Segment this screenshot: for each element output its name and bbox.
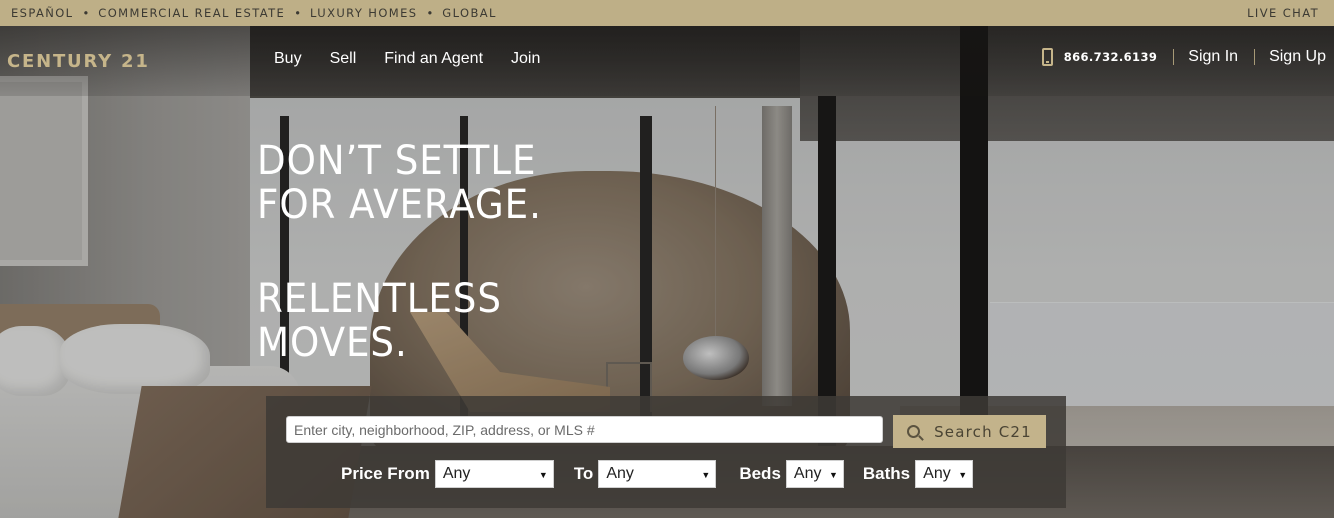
utility-separator: • bbox=[294, 6, 302, 20]
divider bbox=[1254, 49, 1256, 65]
headline-line: DON’T SETTLE bbox=[257, 138, 537, 184]
price-from-value: Any bbox=[442, 465, 471, 482]
search-filters: Price From Any ▼ To Any ▼ Beds Any ▼ Bat… bbox=[341, 460, 974, 488]
sign-in-link[interactable]: Sign In bbox=[1188, 48, 1238, 66]
nav-item-find-agent[interactable]: Find an Agent bbox=[384, 50, 483, 68]
baths-value: Any bbox=[923, 465, 951, 482]
primary-menu: Buy Sell Find an Agent Join bbox=[274, 50, 540, 68]
property-search-panel: Search C21 Price From Any ▼ To Any ▼ Bed… bbox=[266, 396, 1066, 508]
price-from-label: Price From bbox=[341, 464, 430, 483]
hero-headline: DON’T SETTLE FOR AVERAGE. RELENTLESS MOV… bbox=[257, 139, 542, 365]
nav-item-sell[interactable]: Sell bbox=[330, 50, 357, 68]
phone-icon bbox=[1041, 48, 1053, 66]
dropdown-arrow-icon: ▼ bbox=[958, 470, 968, 480]
dropdown-arrow-icon: ▼ bbox=[538, 470, 548, 480]
search-icon bbox=[907, 425, 921, 438]
utility-link-global[interactable]: GLOBAL bbox=[442, 6, 497, 20]
price-to-select[interactable]: Any ▼ bbox=[598, 460, 717, 488]
main-nav: CENTURY 21 Buy Sell Find an Agent Join 8… bbox=[0, 26, 1334, 96]
account-links: 866.732.6139 Sign In Sign Up bbox=[1041, 48, 1326, 66]
phone-number[interactable]: 866.732.6139 bbox=[1064, 50, 1158, 64]
utility-separator: • bbox=[426, 6, 434, 20]
dropdown-arrow-icon: ▼ bbox=[828, 470, 838, 480]
headline-spacer bbox=[257, 227, 542, 277]
beds-label: Beds bbox=[739, 464, 781, 483]
nav-item-join[interactable]: Join bbox=[511, 50, 540, 68]
search-button[interactable]: Search C21 bbox=[893, 415, 1046, 448]
search-input[interactable] bbox=[286, 416, 883, 443]
utility-links: ESPAÑOL • COMMERCIAL REAL ESTATE • LUXUR… bbox=[11, 6, 497, 20]
dropdown-arrow-icon: ▼ bbox=[701, 470, 711, 480]
nav-item-buy[interactable]: Buy bbox=[274, 50, 302, 68]
century21-logo[interactable]: CENTURY 21 bbox=[7, 51, 150, 72]
utility-link-commercial[interactable]: COMMERCIAL REAL ESTATE bbox=[98, 6, 285, 20]
price-from-select[interactable]: Any ▼ bbox=[434, 460, 554, 488]
utility-separator: • bbox=[82, 6, 90, 20]
baths-select[interactable]: Any ▼ bbox=[915, 460, 974, 488]
live-chat-link[interactable]: LIVE CHAT bbox=[1247, 6, 1319, 20]
price-to-label: To bbox=[573, 464, 594, 483]
headline-line: MOVES. bbox=[257, 320, 408, 366]
utility-link-espanol[interactable]: ESPAÑOL bbox=[11, 6, 74, 20]
divider bbox=[1173, 49, 1175, 65]
beds-value: Any bbox=[793, 465, 822, 482]
utility-bar: ESPAÑOL • COMMERCIAL REAL ESTATE • LUXUR… bbox=[0, 0, 1334, 26]
headline-line: RELENTLESS bbox=[257, 276, 502, 322]
utility-link-luxury[interactable]: LUXURY HOMES bbox=[310, 6, 417, 20]
price-to-value: Any bbox=[606, 465, 634, 482]
search-button-label: Search C21 bbox=[934, 422, 1032, 441]
sign-up-link[interactable]: Sign Up bbox=[1269, 48, 1326, 66]
beds-select[interactable]: Any ▼ bbox=[785, 460, 844, 488]
headline-line: FOR AVERAGE. bbox=[257, 182, 542, 228]
baths-label: Baths bbox=[862, 464, 911, 483]
